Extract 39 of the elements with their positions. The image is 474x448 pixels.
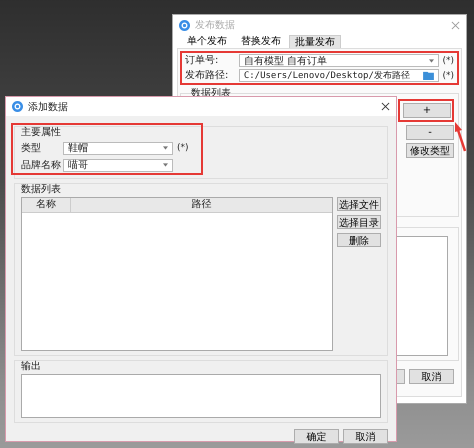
required-mark: (*) [442,56,454,66]
dialog-button[interactable]: 取消 [343,429,388,444]
tab[interactable]: 批量发布 [289,35,341,48]
tab[interactable]: 替换发布 [235,35,287,48]
field-label: 发布路径: [185,69,230,82]
dialog-button[interactable]: 确定 [294,429,339,444]
group-title: 输出 [21,361,42,372]
window-title: 添加数据 [28,100,69,114]
dropdown[interactable]: 喵哥 [63,158,173,172]
column-header[interactable]: 名称 [22,198,71,212]
output-box[interactable] [21,374,381,418]
field-label: 品牌名称 [21,159,59,172]
required-mark: (*) [177,143,189,153]
toolbar-button[interactable]: 修改类型 [406,143,454,158]
close-icon[interactable] [381,102,390,111]
window-title: 发布数据 [195,19,236,32]
cancel-button[interactable]: 取消 [409,369,454,384]
arrow [454,122,467,152]
order-dropdown[interactable]: 自有模型 自有订单 [238,54,440,67]
app-icon [179,20,190,30]
app-icon [12,101,23,112]
dropdown[interactable]: 鞋帽 [63,142,173,154]
caret-icon [163,146,168,150]
field-label: 订单号: [185,54,220,67]
required-mark: (*) [442,70,454,80]
group-title: 主要属性 [21,127,62,138]
path-field[interactable]: C:/Users/Lenovo/Desktop/发布路径 [238,69,440,82]
add-button[interactable]: + [403,103,451,118]
group-title: 数据列表 [21,184,62,195]
caret-icon [429,58,434,62]
toolbar-button[interactable]: - [406,125,454,140]
folder-icon[interactable] [423,71,434,80]
caret-icon [163,163,168,167]
field-label: 类型 [21,142,42,155]
tab[interactable]: 单个发布 [181,35,233,48]
list-button[interactable]: 删除 [337,233,381,247]
column-header[interactable]: 路径 [71,198,332,212]
list-button[interactable]: 选择文件 [337,197,381,211]
list-button[interactable]: 选择目录 [337,215,381,229]
